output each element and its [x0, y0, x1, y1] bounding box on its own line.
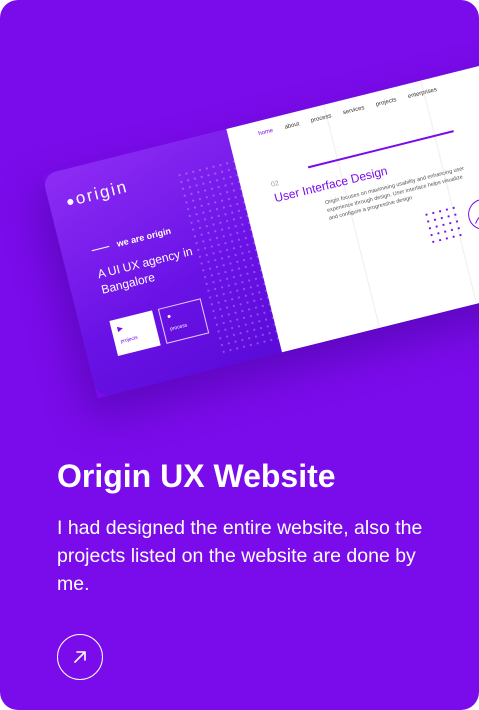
mockup-nav: home about process services projects ent… [258, 87, 438, 137]
mockup-process-label: process [169, 322, 188, 333]
mockup-nav-about: about [284, 121, 301, 131]
mockup-screen: origin we are origin A UI UX agency in B… [42, 54, 479, 399]
logo-dot-icon [66, 197, 74, 206]
website-mockup: origin we are origin A UI UX agency in B… [30, 25, 479, 445]
mockup-nav-projects: projects [375, 97, 398, 109]
card-title: Origin UX Website [57, 458, 336, 494]
mockup-projects-label: projects [119, 334, 139, 345]
card-description: I had designed the entire website, also … [57, 517, 423, 595]
tagline-dash [91, 245, 110, 251]
play-icon: ▶ [116, 325, 124, 334]
section-divider [307, 130, 454, 169]
mockup-logo: origin [65, 177, 131, 212]
section-number: 02 [270, 180, 280, 189]
mockup-projects-button: ▶ projects [109, 310, 161, 356]
project-card: origin we are origin A UI UX agency in B… [0, 0, 479, 710]
open-project-button[interactable] [57, 634, 103, 680]
arrow-up-right-icon [74, 651, 86, 663]
circle-icon: ● [166, 313, 173, 321]
mockup-nav-services: services [342, 105, 366, 117]
design-illustration-icon [468, 198, 479, 230]
mockup-tagline: we are origin [115, 225, 172, 249]
mockup-logo-text: origin [73, 176, 131, 209]
mockup-process-button: ● process [157, 298, 210, 344]
mockup-nav-home: home [257, 127, 274, 138]
